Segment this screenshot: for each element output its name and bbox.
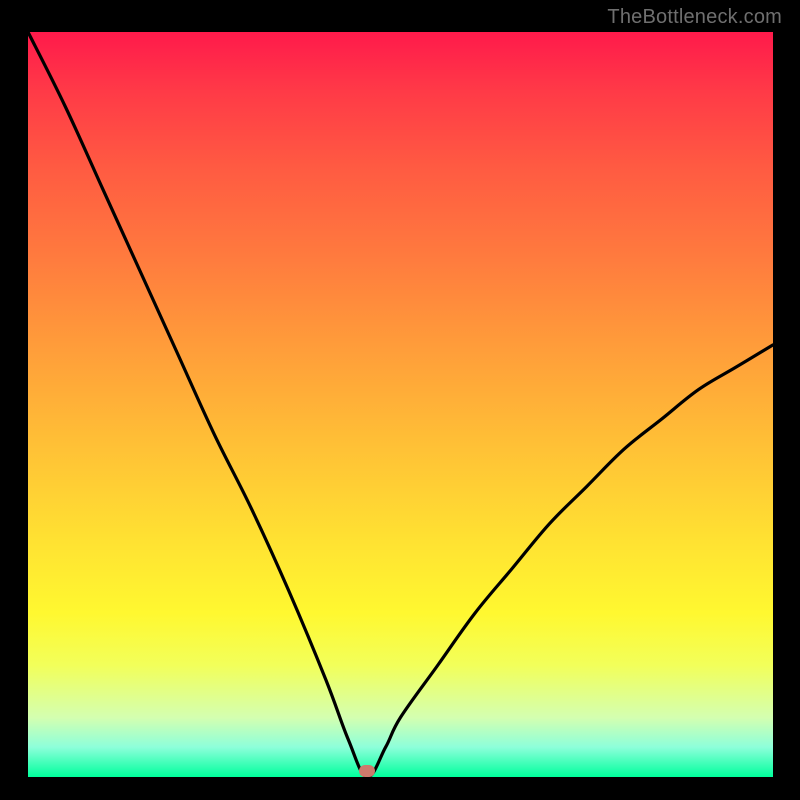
watermark-text: TheBottleneck.com <box>607 6 782 29</box>
chart-frame: TheBottleneck.com <box>0 0 800 800</box>
bottleneck-curve <box>28 32 773 777</box>
optimum-marker <box>359 765 375 777</box>
plot-area <box>28 32 773 777</box>
